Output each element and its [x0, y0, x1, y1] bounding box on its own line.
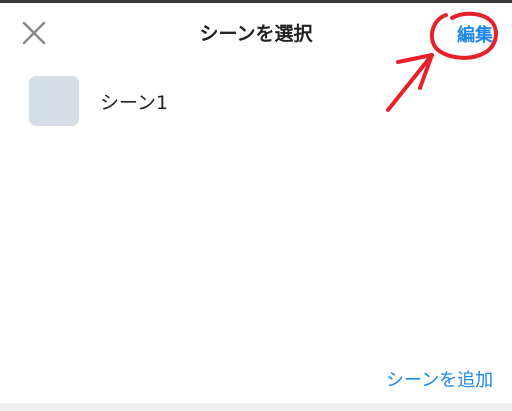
header-bar: シーンを選択 編集	[0, 3, 512, 61]
bottom-bar	[0, 403, 512, 411]
scene-thumbnail	[29, 76, 79, 126]
scene-label: シーン1	[100, 92, 169, 114]
red-annotation-arrow	[386, 11, 498, 112]
edit-button[interactable]: 編集	[457, 21, 493, 47]
add-scene-button[interactable]: シーンを追加	[386, 366, 493, 392]
scene-list-item[interactable]: シーン1	[0, 70, 512, 134]
page-title: シーンを選択	[199, 23, 313, 45]
